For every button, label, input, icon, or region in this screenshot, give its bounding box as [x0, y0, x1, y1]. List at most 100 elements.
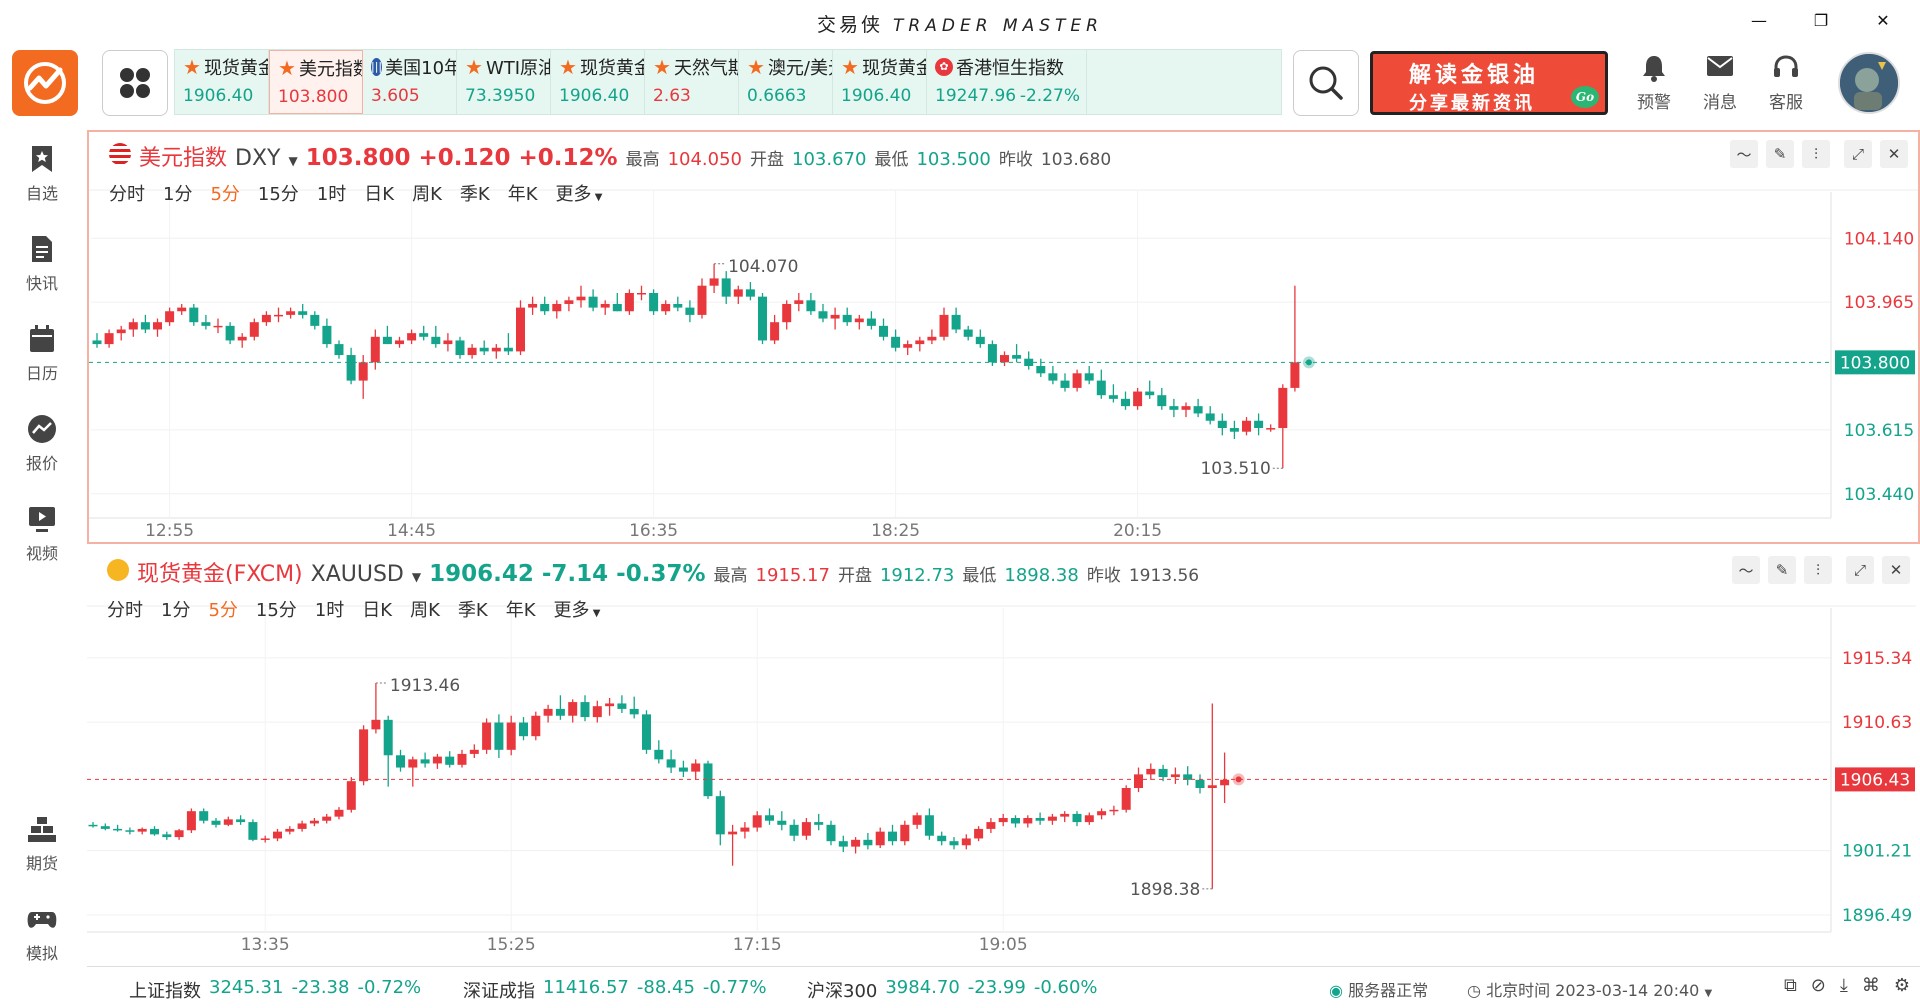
candle[interactable] [445, 751, 455, 768]
candle[interactable] [974, 826, 984, 842]
ticker-item[interactable]: ★ 现货黄金 1906.40 [833, 50, 927, 114]
candle[interactable] [649, 289, 659, 315]
tab-period[interactable]: 1分 [161, 596, 190, 622]
index-csi300[interactable]: 沪深300 3984.70 -23.99 -0.60% [807, 977, 1098, 1003]
ticker-item[interactable]: ★ 天然气期 2.63 [645, 50, 739, 114]
candle[interactable] [673, 296, 683, 312]
candle[interactable] [1097, 808, 1107, 820]
candle[interactable] [789, 819, 799, 842]
screenshot-icon[interactable]: ⌘ [1862, 975, 1880, 996]
candle[interactable] [153, 318, 162, 337]
candle[interactable] [286, 307, 296, 319]
candle[interactable] [162, 831, 172, 840]
candle[interactable] [211, 818, 221, 828]
close-panel-icon[interactable]: ✕ [1880, 140, 1908, 168]
candle[interactable] [782, 300, 792, 330]
candle[interactable] [555, 695, 565, 720]
candle[interactable] [407, 329, 417, 345]
candle[interactable] [1242, 417, 1251, 436]
tab-period[interactable]: 15分 [258, 180, 299, 206]
candle[interactable] [903, 340, 913, 356]
candle[interactable] [552, 300, 562, 319]
chart-panel-dxy[interactable]: 104.140 103.965 103.615 103.440 12:55 14:45 16… [87, 130, 1920, 544]
tab-period[interactable]: 季K [458, 596, 488, 622]
candle[interactable] [986, 818, 996, 833]
candle[interactable] [396, 749, 405, 772]
candle[interactable] [949, 837, 959, 850]
candle[interactable] [334, 340, 344, 359]
candle[interactable] [540, 296, 550, 315]
candle[interactable] [642, 710, 651, 754]
candle[interactable] [1084, 366, 1094, 385]
candle[interactable] [469, 744, 479, 758]
candle[interactable] [1000, 351, 1009, 366]
candle[interactable] [1254, 413, 1264, 436]
attach-icon[interactable]: ⊘ [1811, 975, 1826, 996]
candle[interactable] [479, 340, 489, 356]
candle[interactable] [1170, 767, 1180, 784]
candle[interactable] [875, 827, 885, 848]
candle[interactable] [491, 344, 501, 359]
candle[interactable] [1011, 815, 1020, 828]
candle[interactable] [519, 717, 528, 741]
ticker-item[interactable]: ||| 美国10年 3.605 [363, 50, 457, 114]
close-button[interactable]: ✕ [1866, 6, 1900, 34]
indicator-icon[interactable]: 〜 [1730, 140, 1758, 168]
candle[interactable] [891, 329, 901, 352]
candle[interactable] [1024, 351, 1034, 370]
candle[interactable] [838, 835, 848, 853]
ticker-item[interactable]: ★美元指数 103.800 [269, 50, 363, 114]
candle[interactable] [1193, 398, 1203, 418]
candle[interactable] [691, 759, 701, 780]
candle[interactable] [685, 300, 695, 323]
candle[interactable] [592, 700, 602, 723]
candle[interactable] [937, 831, 947, 846]
candle[interactable] [1158, 764, 1168, 782]
candle[interactable] [260, 835, 270, 843]
apps-grid-button[interactable] [102, 50, 168, 116]
candle[interactable] [752, 811, 762, 832]
candle[interactable] [1047, 813, 1057, 825]
candle[interactable] [116, 325, 126, 341]
candle-type-icon[interactable]: ⫶ [1802, 140, 1830, 168]
candle[interactable] [431, 325, 441, 348]
candle[interactable] [248, 819, 258, 842]
candle[interactable] [297, 820, 307, 832]
candle[interactable] [236, 815, 246, 825]
candle-type-icon[interactable]: ⫶ [1804, 556, 1832, 584]
sidebar-item-news[interactable]: 快讯 [0, 234, 84, 294]
candle[interactable] [1096, 369, 1106, 399]
candle[interactable] [830, 307, 840, 330]
candle[interactable] [1133, 387, 1143, 410]
tab-period[interactable]: 年K [506, 596, 536, 622]
candle[interactable] [104, 329, 114, 348]
candle[interactable] [709, 263, 719, 293]
candle[interactable] [912, 812, 922, 829]
expand-icon[interactable]: ⤢ [1846, 556, 1874, 584]
candle[interactable] [128, 318, 138, 337]
ticker-item[interactable]: ★ 现货黄金 1906.40 [551, 50, 645, 114]
sidebar-item-simulation[interactable]: 模拟 [0, 904, 84, 964]
candle[interactable] [770, 314, 780, 345]
candle[interactable] [1060, 373, 1070, 392]
candle[interactable] [322, 813, 332, 824]
candle[interactable] [854, 314, 864, 330]
candle[interactable] [842, 307, 852, 326]
candle[interactable] [879, 318, 888, 341]
candle[interactable] [777, 811, 787, 831]
candle[interactable] [274, 307, 283, 323]
candle[interactable] [457, 749, 467, 768]
candle[interactable] [503, 333, 513, 356]
candle[interactable] [346, 347, 356, 385]
clock[interactable]: ◷ 北京时间 2023-03-14 20:40 ▼ [1467, 977, 1712, 1001]
candle[interactable] [1108, 384, 1118, 403]
candle[interactable] [617, 695, 627, 713]
candle[interactable] [866, 311, 876, 330]
tab-period[interactable]: 周K [410, 596, 440, 622]
candle[interactable] [346, 777, 356, 813]
candle[interactable] [1205, 406, 1215, 425]
index-shenzhen[interactable]: 深证成指 11416.57 -88.45 -0.77% [463, 977, 767, 1003]
candle[interactable] [383, 715, 393, 787]
tab-period[interactable]: 分时 [109, 180, 145, 206]
candle[interactable] [113, 824, 123, 832]
